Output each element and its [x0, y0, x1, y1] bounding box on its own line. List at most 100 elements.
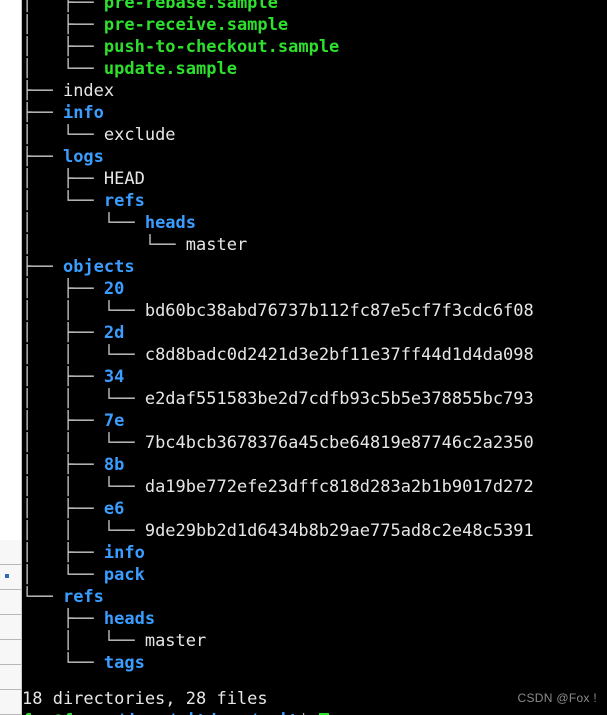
- gutter-list-item[interactable]: [0, 565, 21, 590]
- tree-row: │ ├── info: [22, 542, 607, 564]
- tree-branch-glyph: └──: [22, 587, 63, 607]
- tree-node-dir: objects: [62, 257, 135, 277]
- tree-branch-glyph: │ ├──: [22, 279, 104, 299]
- tree-row: │ ├── 8b: [22, 454, 607, 476]
- prompt-separator: :: [94, 711, 104, 715]
- tree-row: │ ├── pre-rebase.sample: [22, 0, 607, 14]
- tree-row: │ │ └── e2daf551583be2d7cdfb93c5b5e37885…: [22, 388, 607, 410]
- tree-row: │ │ └── c8d8badc0d2421d3e2bf11e37ff44d1d…: [22, 344, 607, 366]
- tree-branch-glyph: │ └──: [22, 213, 145, 233]
- tree-node-dir: heads: [103, 609, 156, 629]
- tree-row: │ ├── HEAD: [22, 168, 607, 190]
- tree-branch-glyph: │ └──: [22, 59, 104, 79]
- gutter-list-item[interactable]: [0, 615, 21, 640]
- tree-branch-glyph: ├──: [22, 257, 63, 277]
- gutter-list-item[interactable]: [0, 540, 21, 565]
- tree-node-dir: refs: [62, 587, 104, 607]
- tree-node-exec: push-to-checkout.sample: [103, 37, 340, 57]
- tree-node-dir: logs: [62, 147, 104, 167]
- gutter-list-item[interactable]: [0, 665, 21, 690]
- gutter-list-item[interactable]: [0, 640, 21, 665]
- prompt-suffix: $: [298, 711, 308, 715]
- tree-row: ├── logs: [22, 146, 607, 168]
- tree-row: ├── info: [22, 102, 607, 124]
- tree-row: ├── index: [22, 80, 607, 102]
- tree-branch-glyph: │ │ └──: [22, 521, 145, 541]
- tree-node-dir: pack: [103, 565, 145, 585]
- tree-node-file: index: [62, 81, 115, 101]
- tree-node-dir: heads: [144, 213, 197, 233]
- tree-row: │ └── master: [22, 234, 607, 256]
- screen: │ ├── pre-rebase.sample │ ├── pre-receive…: [0, 0, 607, 715]
- gutter-list-item[interactable]: [0, 690, 21, 715]
- prompt-path: ~/demo/gitdemo/.git: [104, 711, 298, 715]
- tree-node-dir: tags: [103, 653, 145, 673]
- tree-row: │ ├── e6: [22, 498, 607, 520]
- tree-row: │ ├── 34: [22, 366, 607, 388]
- tree-node-dir: 20: [103, 279, 125, 299]
- tree-branch-glyph: │ └──: [22, 565, 104, 585]
- tree-row: └── refs: [22, 586, 607, 608]
- tree-branch-glyph: │ └──: [22, 191, 104, 211]
- tree-branch-glyph: │ │ └──: [22, 345, 145, 365]
- tree-node-dir: 7e: [103, 411, 125, 431]
- tree-branch-glyph: │ │ └──: [22, 389, 145, 409]
- tree-node-exec: update.sample: [103, 59, 237, 79]
- tree-row: │ ├── 7e: [22, 410, 607, 432]
- tree-branch-glyph: │ ├──: [22, 367, 104, 387]
- gutter-list-item[interactable]: [0, 590, 21, 615]
- tree-node-dir: 34: [103, 367, 125, 387]
- tree-branch-glyph: │ └──: [22, 631, 145, 651]
- tree-row: └── tags: [22, 652, 607, 674]
- tree-branch-glyph: │ ├──: [22, 15, 104, 35]
- directory-tree: │ ├── pre-rebase.sample │ ├── pre-receive…: [22, 0, 607, 674]
- tree-row: │ │ └── 9de29bb2d1d6434b8b29ae775ad8c2e4…: [22, 520, 607, 542]
- tree-branch-glyph: ├──: [22, 609, 104, 629]
- tree-node-file: HEAD: [103, 169, 145, 189]
- tree-node-file: bd60bc38abd76737b112fc87e5cf7f3cdc6f08: [144, 301, 534, 321]
- tree-row: │ │ └── da19be772efe23dffc818d283a2b1b90…: [22, 476, 607, 498]
- tree-row: │ └── master: [22, 630, 607, 652]
- tree-row: │ └── exclude: [22, 124, 607, 146]
- tree-branch-glyph: │ ├──: [22, 543, 104, 563]
- tree-row: ├── objects: [22, 256, 607, 278]
- tree-node-file: 7bc4bcb3678376a45cbe64819e87746c2a2350: [144, 433, 534, 453]
- status-dot-icon: [5, 574, 9, 578]
- gutter-list-panel[interactable]: [0, 540, 21, 715]
- tree-branch-glyph: │ ├──: [22, 37, 104, 57]
- tree-node-dir: info: [103, 543, 145, 563]
- tree-branch-glyph: │ ├──: [22, 411, 104, 431]
- terminal-output-pane[interactable]: │ ├── pre-rebase.sample │ ├── pre-receive…: [22, 0, 607, 715]
- tree-row: │ │ └── bd60bc38abd76737b112fc87e5cf7f3c…: [22, 300, 607, 322]
- tree-node-dir: info: [62, 103, 104, 123]
- tree-branch-glyph: │ └──: [22, 125, 104, 145]
- tree-row: │ └── refs: [22, 190, 607, 212]
- tree-branch-glyph: │ │ └──: [22, 477, 145, 497]
- tree-node-exec: pre-rebase.sample: [103, 0, 278, 13]
- tree-branch-glyph: │ │ └──: [22, 301, 145, 321]
- tree-node-dir: 2d: [103, 323, 125, 343]
- tree-row: │ ├── 20: [22, 278, 607, 300]
- tree-node-file: e2daf551583be2d7cdfb93c5b5e378855bc793: [144, 389, 534, 409]
- tree-node-file: master: [144, 631, 207, 651]
- tree-branch-glyph: │ ├──: [22, 0, 104, 13]
- tree-branch-glyph: │ │ └──: [22, 433, 145, 453]
- tree-row: │ └── pack: [22, 564, 607, 586]
- tree-branch-glyph: │ ├──: [22, 169, 104, 189]
- tree-branch-glyph: ├──: [22, 103, 63, 123]
- tree-node-file: 9de29bb2d1d6434b8b29ae775ad8c2e48c5391: [144, 521, 534, 541]
- tree-row: │ └── heads: [22, 212, 607, 234]
- tree-branch-glyph: │ ├──: [22, 323, 104, 343]
- tree-row: │ ├── push-to-checkout.sample: [22, 36, 607, 58]
- tree-summary-line: 18 directories, 28 files: [22, 689, 268, 709]
- tree-node-dir: e6: [103, 499, 125, 519]
- tree-branch-glyph: ├──: [22, 81, 63, 101]
- tree-branch-glyph: ├──: [22, 147, 63, 167]
- tree-row: │ └── update.sample: [22, 58, 607, 80]
- shell-prompt-line[interactable]: fox@fox:~/demo/gitdemo/.git$: [22, 710, 329, 715]
- tree-row: │ │ └── 7bc4bcb3678376a45cbe64819e87746c…: [22, 432, 607, 454]
- tree-node-exec: pre-receive.sample: [103, 15, 289, 35]
- tree-branch-glyph: │ └──: [22, 235, 186, 255]
- tree-branch-glyph: │ ├──: [22, 499, 104, 519]
